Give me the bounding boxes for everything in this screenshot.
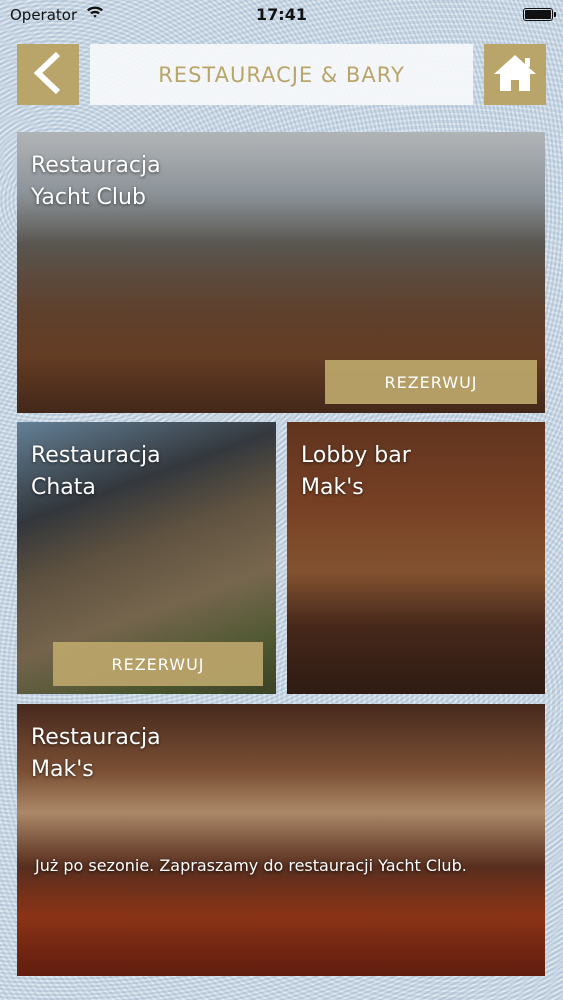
restaurant-card-yacht-club[interactable]: Restauracja Yacht Club REZERWUJ bbox=[17, 132, 545, 413]
back-button[interactable] bbox=[17, 44, 79, 105]
card-note: Już po sezonie. Zapraszamy do restauracj… bbox=[35, 856, 467, 875]
page-title: RESTAURACJE & BARY bbox=[158, 62, 405, 87]
restaurant-card-maks[interactable]: Restauracja Mak's Już po sezonie. Zapras… bbox=[17, 704, 545, 976]
battery-icon bbox=[523, 8, 556, 21]
page-title-box: RESTAURACJE & BARY bbox=[90, 44, 473, 105]
status-time: 17:41 bbox=[256, 5, 307, 24]
status-bar: Operator 17:41 bbox=[0, 0, 563, 30]
chevron-left-icon bbox=[31, 51, 65, 99]
card-title: Restauracja Mak's bbox=[31, 725, 161, 782]
home-icon bbox=[492, 53, 538, 97]
card-title: Lobby bar Mak's bbox=[301, 443, 411, 500]
reserve-button[interactable]: REZERWUJ bbox=[325, 360, 537, 404]
restaurant-card-lobby-bar[interactable]: Lobby bar Mak's bbox=[287, 422, 545, 694]
card-title: Restauracja Chata bbox=[31, 443, 161, 500]
card-title: Restauracja Yacht Club bbox=[31, 153, 161, 210]
restaurant-card-chata[interactable]: Restauracja Chata REZERWUJ bbox=[17, 422, 276, 694]
home-button[interactable] bbox=[484, 44, 546, 105]
reserve-button[interactable]: REZERWUJ bbox=[53, 642, 263, 686]
